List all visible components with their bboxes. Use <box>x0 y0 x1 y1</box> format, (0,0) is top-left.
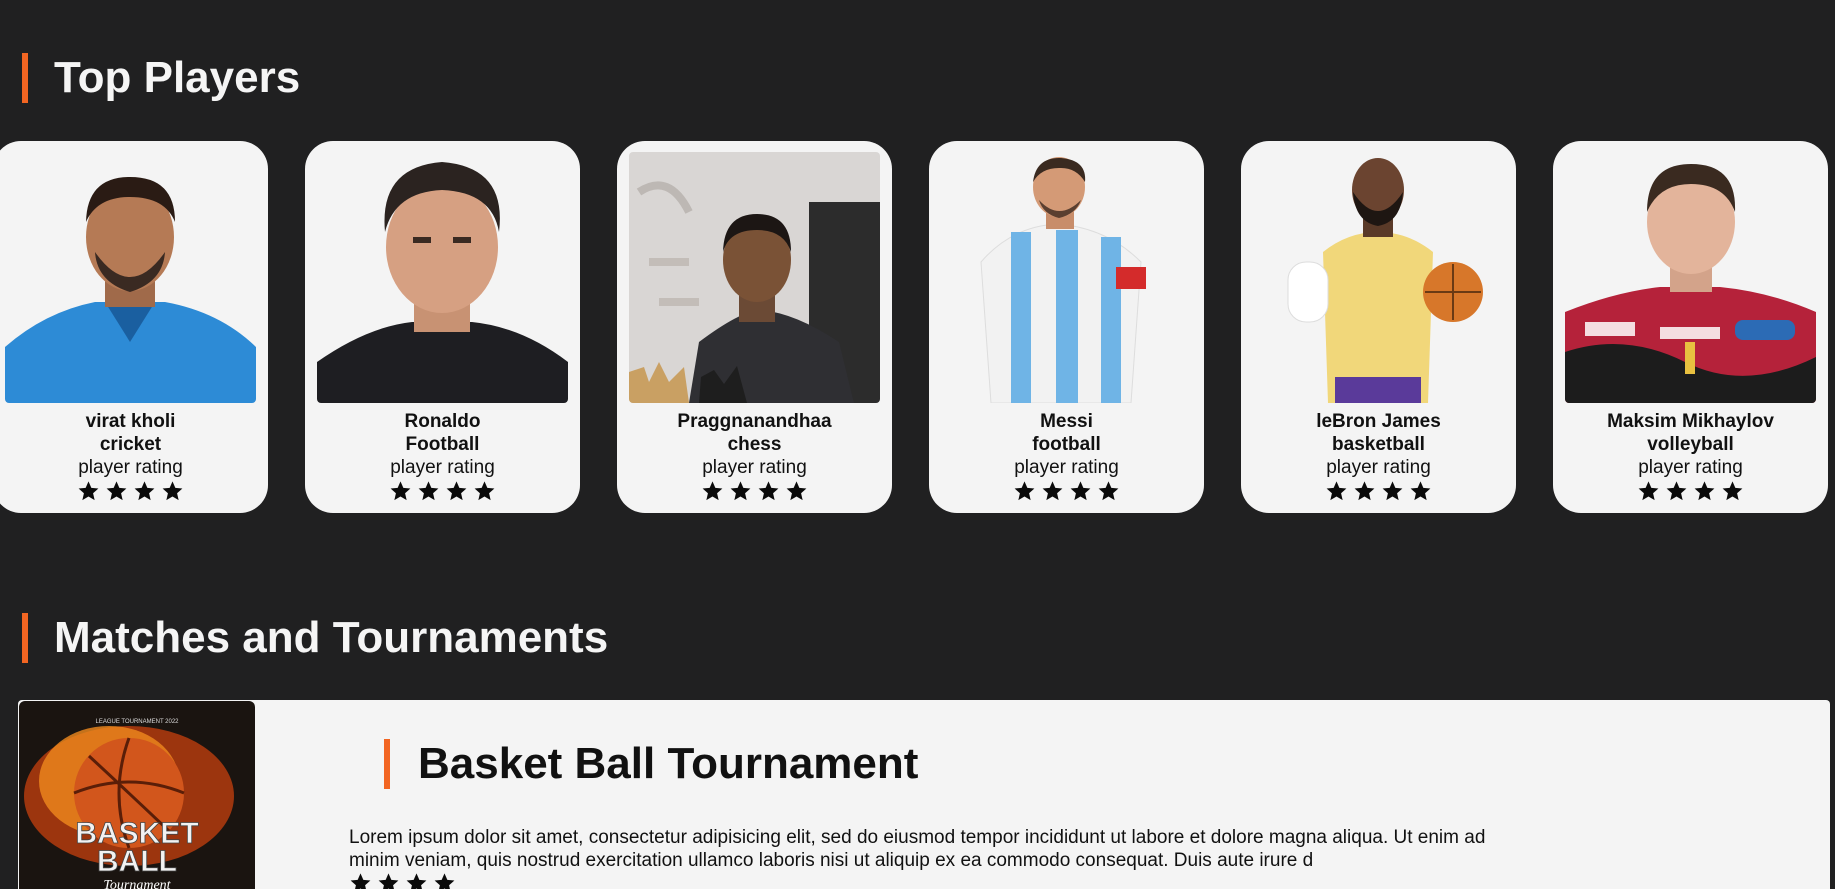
player-photo <box>1253 152 1504 403</box>
player-name: leBron James <box>1316 411 1441 432</box>
star-icon <box>758 481 779 501</box>
star-icon <box>1354 481 1375 501</box>
player-photo <box>5 152 256 403</box>
star-icon <box>434 873 455 889</box>
star-icon <box>1666 481 1687 501</box>
star-icon <box>1042 481 1063 501</box>
heading-accent-bar <box>22 613 28 663</box>
star-icon <box>702 481 723 501</box>
player-rating-label: player rating <box>390 457 495 478</box>
player-photo <box>629 152 880 403</box>
tournament-title-wrap: Basket Ball Tournament <box>384 739 918 789</box>
top-players-title: Top Players <box>54 53 301 102</box>
player-sport: chess <box>727 434 782 455</box>
player-card[interactable]: Messi football player rating <box>929 141 1204 513</box>
player-rating-stars <box>701 480 808 502</box>
player-rating-label: player rating <box>702 457 807 478</box>
player-card[interactable]: Praggnanandhaa chess player rating <box>617 141 892 513</box>
star-icon <box>390 481 411 501</box>
players-row: virat kholi cricket player rating Ronald… <box>0 141 1828 513</box>
star-icon <box>350 873 371 889</box>
poster-top-text: LEAGUE TOURNAMENT 2022 <box>95 719 179 725</box>
star-icon <box>1638 481 1659 501</box>
star-icon <box>406 873 427 889</box>
player-rating-label: player rating <box>1014 457 1119 478</box>
player-card[interactable]: virat kholi cricket player rating <box>0 141 268 513</box>
player-rating-label: player rating <box>78 457 183 478</box>
star-icon <box>1694 481 1715 501</box>
player-rating-stars <box>1637 480 1744 502</box>
player-rating-label: player rating <box>1326 457 1431 478</box>
tournament-poster: LEAGUE TOURNAMENT 2022 BASKET BALL Tourn… <box>19 701 255 889</box>
player-sport: volleyball <box>1647 434 1734 455</box>
star-icon <box>418 481 439 501</box>
player-photo <box>941 152 1192 403</box>
player-photo <box>1565 152 1816 403</box>
player-name: Messi <box>1040 411 1093 432</box>
player-sport: cricket <box>99 434 162 455</box>
poster-line3: Tournament <box>103 878 171 889</box>
star-icon <box>446 481 467 501</box>
heading-accent-bar <box>384 739 390 789</box>
star-icon <box>1098 481 1119 501</box>
heading-accent-bar <box>22 53 28 103</box>
star-icon <box>78 481 99 501</box>
player-rating-stars <box>1325 480 1432 502</box>
player-rating-stars <box>77 480 184 502</box>
player-card[interactable]: leBron James basketball player rating <box>1241 141 1516 513</box>
player-name: Maksim Mikhaylov <box>1607 411 1774 432</box>
star-icon <box>1070 481 1091 501</box>
star-icon <box>134 481 155 501</box>
matches-heading: Matches and Tournaments <box>22 612 608 664</box>
tournament-title: Basket Ball Tournament <box>418 739 919 788</box>
player-rating-stars <box>389 480 496 502</box>
player-card[interactable]: Maksim Mikhaylov volleyball player ratin… <box>1553 141 1828 513</box>
player-photo <box>317 152 568 403</box>
tournament-rating-stars <box>349 872 456 889</box>
player-name: Praggnanandhaa <box>677 411 832 432</box>
player-sport: basketball <box>1332 434 1425 455</box>
star-icon <box>1410 481 1431 501</box>
star-icon <box>106 481 127 501</box>
star-icon <box>162 481 183 501</box>
player-name: virat kholi <box>85 411 176 432</box>
player-name: Ronaldo <box>404 411 481 432</box>
matches-title: Matches and Tournaments <box>54 613 609 662</box>
player-rating-stars <box>1013 480 1120 502</box>
tournament-description: Lorem ipsum dolor sit amet, consectetur … <box>349 827 1486 871</box>
tournament-card[interactable]: LEAGUE TOURNAMENT 2022 BASKET BALL Tourn… <box>18 700 1830 889</box>
star-icon <box>378 873 399 889</box>
star-icon <box>474 481 495 501</box>
player-card[interactable]: Ronaldo Football player rating <box>305 141 580 513</box>
star-icon <box>730 481 751 501</box>
star-icon <box>786 481 807 501</box>
star-icon <box>1014 481 1035 501</box>
star-icon <box>1326 481 1347 501</box>
player-rating-label: player rating <box>1638 457 1743 478</box>
star-icon <box>1382 481 1403 501</box>
poster-line2: BALL <box>97 845 177 878</box>
player-sport: Football <box>405 434 480 455</box>
player-sport: football <box>1032 434 1101 455</box>
top-players-heading: Top Players <box>22 52 300 104</box>
page: Top Players virat kholi cricket player r… <box>0 0 1835 889</box>
star-icon <box>1722 481 1743 501</box>
